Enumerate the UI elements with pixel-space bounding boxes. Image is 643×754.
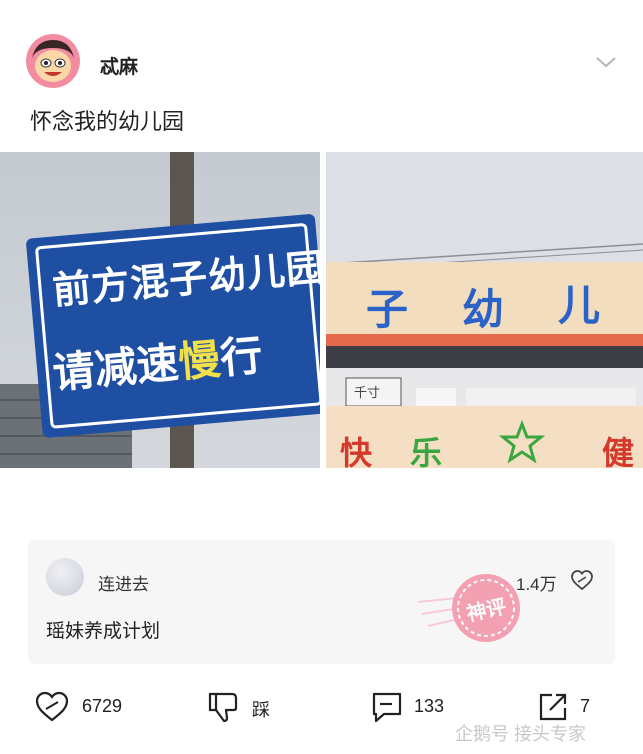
share-count: 7 <box>580 696 591 716</box>
post-image-left[interactable]: 前方混子幼儿园 请减速慢行 <box>0 152 320 468</box>
post-text: 怀念我的幼儿园 <box>30 109 185 134</box>
post-header: 忒麻 <box>0 0 643 100</box>
like-button[interactable]: 6729 <box>34 684 134 724</box>
sign-highlight-char: 慢 <box>176 335 223 386</box>
comment-bubble-icon <box>372 692 402 723</box>
author-avatar[interactable] <box>26 34 80 88</box>
comment-button[interactable]: 133 <box>370 684 470 724</box>
chevron-down-icon[interactable] <box>595 54 617 70</box>
share-icon <box>539 693 567 721</box>
comment-like-count: 1.4万 <box>516 575 557 594</box>
sign-line-2-start: 请减速 <box>50 338 181 397</box>
author-name[interactable]: 忒麻 <box>100 52 138 79</box>
sign-line-2-end: 行 <box>218 331 265 383</box>
share-button[interactable]: 7 <box>536 684 616 724</box>
bottom-banner-char-1: 快 <box>340 435 373 468</box>
banner-char-1: 子 <box>366 286 409 333</box>
watermark: 企鹅号 接头专家 <box>455 724 587 744</box>
comment-text: 瑶妹养成计划 <box>46 621 161 642</box>
top-comment-card[interactable]: 连进去 瑶妹养成计划 神评 1.4万 <box>28 540 615 664</box>
bottom-banner-char-3: 健 <box>602 435 635 468</box>
dislike-button[interactable]: 踩 <box>206 684 286 724</box>
comment-like-icon[interactable] <box>570 568 594 592</box>
post-image-right[interactable]: 子 幼 儿 千寸 快 乐 健 <box>326 152 643 468</box>
dislike-label: 踩 <box>252 700 270 720</box>
banner-char-2: 幼 <box>462 286 505 333</box>
banner-char-3: 儿 <box>558 282 601 329</box>
commenter-name[interactable]: 连进去 <box>98 570 149 595</box>
bottom-banner-char-2: 乐 <box>410 435 443 468</box>
comment-count: 133 <box>414 696 445 716</box>
commenter-avatar[interactable] <box>46 558 84 596</box>
window-sign: 千寸 <box>354 385 381 400</box>
like-count: 6729 <box>82 696 123 716</box>
like-heart-icon <box>35 691 69 722</box>
thumbs-down-icon <box>208 692 238 723</box>
